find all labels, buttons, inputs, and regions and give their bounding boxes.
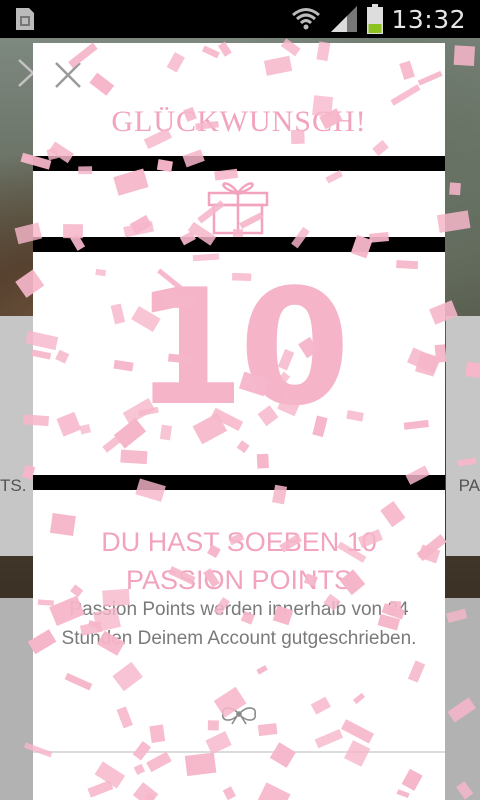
gift-icon (207, 182, 269, 235)
points-description: Passion Points werden innerhalb von 24 S… (61, 599, 417, 649)
wifi-icon (292, 8, 321, 30)
signal-icon (331, 6, 358, 32)
modal-divider (33, 751, 445, 753)
points-number: 10 (133, 254, 351, 441)
congrats-modal: GLÜCKWUNSCH! 10 DU HAST SOEBEN 10 PASSIO… (33, 43, 445, 800)
black-band-bottom (33, 475, 445, 490)
black-band-top (33, 156, 445, 171)
status-time: 13:32 (391, 4, 466, 34)
black-band-middle (33, 237, 445, 252)
points-headline: DU HAST SOEBEN 10 PASSION POINTS (101, 527, 377, 595)
bow-icon (221, 707, 257, 725)
close-icon[interactable] (53, 60, 83, 90)
modal-title: GLÜCKWUNSCH! (111, 105, 367, 138)
battery-icon (367, 4, 384, 34)
status-bar: 13:32 (0, 0, 480, 38)
sim-card-icon (16, 8, 34, 30)
